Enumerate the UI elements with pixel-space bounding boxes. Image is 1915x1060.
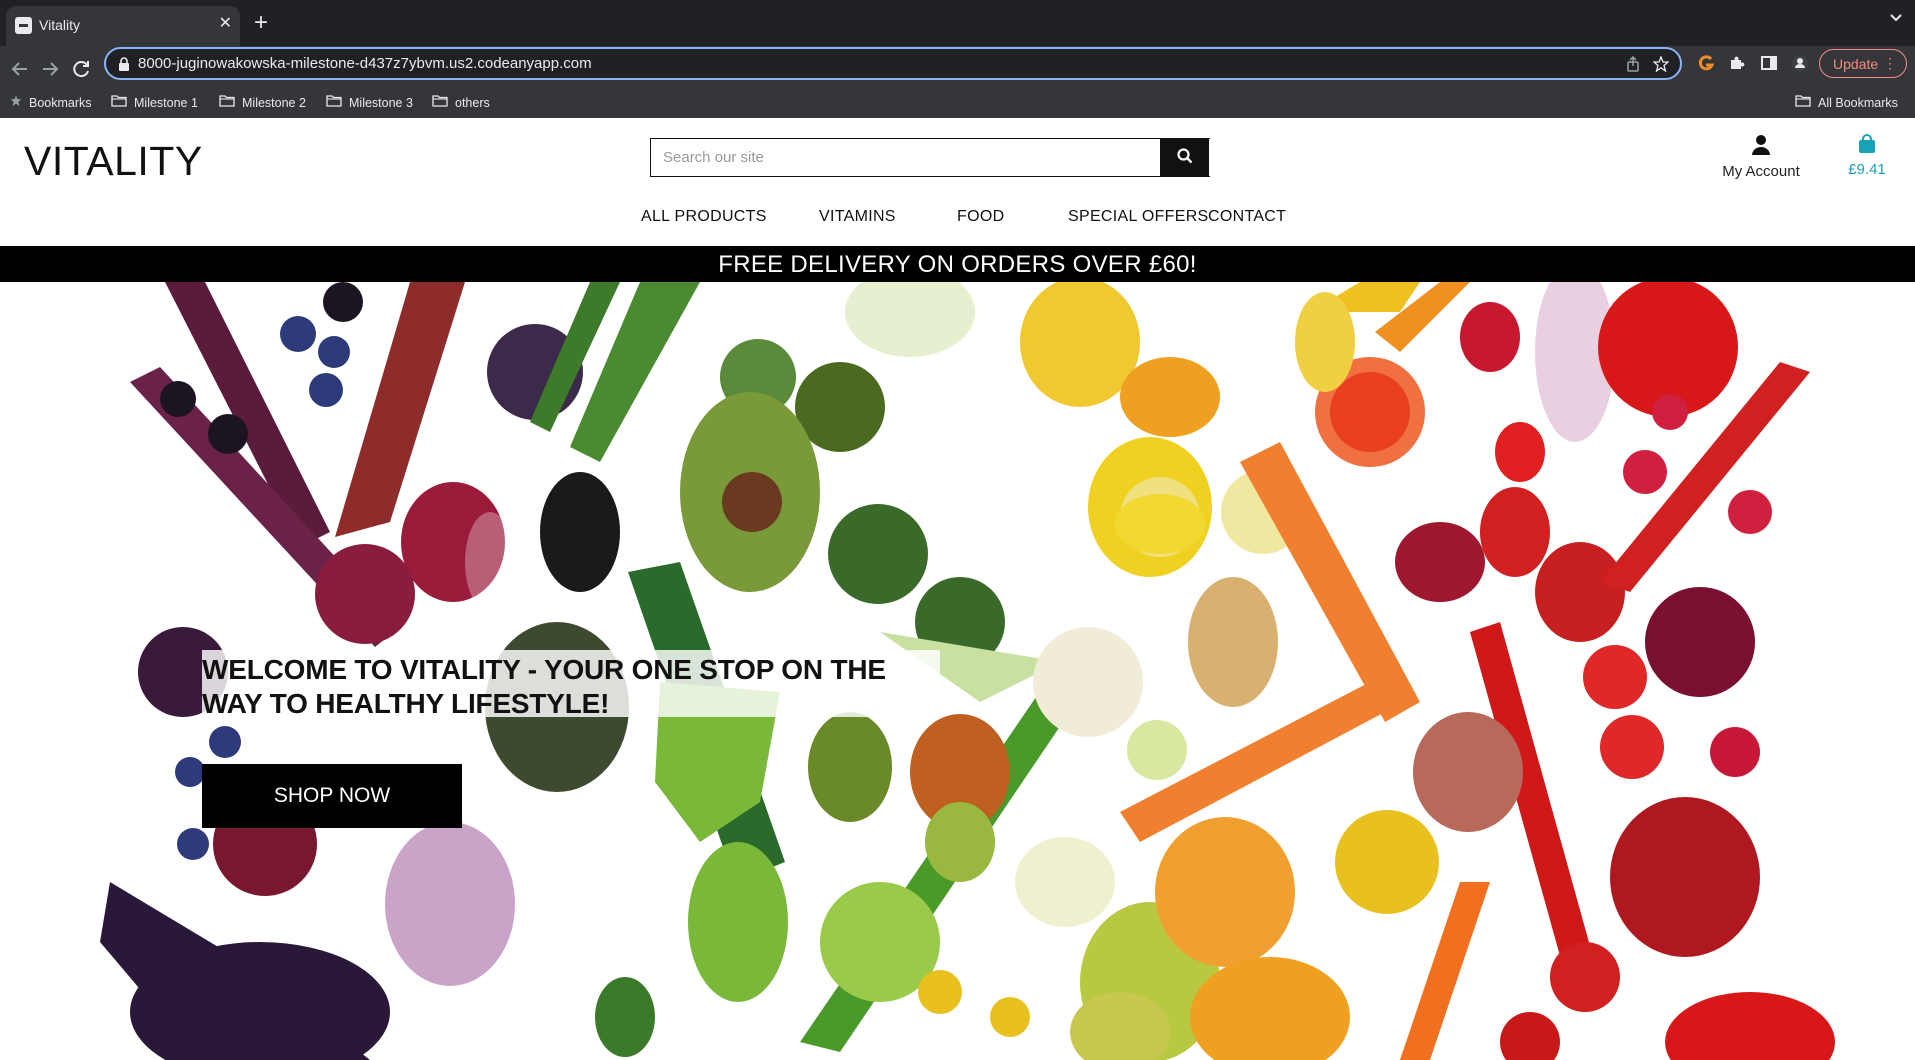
hero-title: WELCOME TO VITALITY - YOUR ONE STOP ON T… [202, 654, 886, 719]
browser-tab[interactable]: Vitality ✕ [6, 6, 240, 46]
extensions-puzzle-icon[interactable] [1728, 54, 1746, 77]
search-icon [1176, 148, 1192, 164]
bookmark-label: Bookmarks [29, 95, 92, 110]
address-bar[interactable]: 8000-juginowakowska-milestone-d437z7ybvm… [104, 47, 1682, 80]
reload-icon[interactable] [67, 55, 95, 83]
tab-title: Vitality [39, 17, 80, 33]
my-account-label: My Account [1722, 163, 1800, 180]
shop-now-button[interactable]: SHOP NOW [202, 764, 462, 828]
bookmark-label: Milestone 1 [134, 95, 198, 110]
folder-icon [1795, 95, 1811, 110]
extension-g-icon[interactable] [1697, 54, 1715, 77]
nav-vitamins[interactable]: VITAMINS [819, 208, 896, 226]
profile-icon[interactable] [1791, 54, 1809, 77]
lock-icon[interactable] [118, 57, 130, 76]
shopping-bag-link[interactable]: £9.41 [1838, 134, 1896, 178]
url-text[interactable]: 8000-juginowakowska-milestone-d437z7ybvm… [138, 55, 592, 72]
user-icon [1752, 135, 1770, 155]
bookmark-folder[interactable]: others [432, 95, 490, 110]
update-label: Update [1833, 56, 1879, 72]
cart-total: £9.41 [1848, 161, 1886, 178]
folder-icon [432, 95, 448, 110]
folder-icon [111, 95, 127, 110]
new-tab-icon[interactable]: + [254, 10, 268, 36]
all-bookmarks-label: All Bookmarks [1818, 95, 1898, 110]
site-header: VITALITY My Account £9.41 ALL PRODUCTS V… [0, 118, 1915, 246]
menu-dots-icon[interactable]: ⋮ [1883, 55, 1897, 72]
bookmarks-bar: Bookmarks Milestone 1 Milestone 2 Milestone… [0, 88, 1915, 118]
folder-icon [219, 95, 235, 110]
nav-all-products[interactable]: ALL PRODUCTS [641, 208, 767, 226]
tab-search-chevron-icon[interactable] [1889, 10, 1903, 29]
forward-arrow-icon[interactable] [36, 55, 64, 83]
search-input[interactable] [651, 139, 1211, 176]
update-button[interactable]: Update ⋮ [1819, 49, 1907, 78]
back-arrow-icon[interactable] [6, 55, 34, 83]
hero-title-box: WELCOME TO VITALITY - YOUR ONE STOP ON T… [202, 650, 940, 719]
bookmark-folder[interactable]: Milestone 1 [111, 95, 198, 110]
bookmark-label: Milestone 3 [349, 95, 413, 110]
side-panel-icon[interactable] [1760, 54, 1778, 77]
site-logo[interactable]: VITALITY [24, 138, 203, 185]
hero-section: WELCOME TO VITALITY - YOUR ONE STOP ON T… [0, 282, 1915, 1060]
search-form [650, 138, 1211, 177]
all-bookmarks-folder[interactable]: All Bookmarks [1795, 95, 1898, 110]
shopping-bag-icon [1859, 134, 1875, 153]
nav-contact[interactable]: CONTACT [1208, 208, 1286, 226]
bookmark-star-icon[interactable] [1652, 55, 1670, 77]
free-delivery-banner: FREE DELIVERY ON ORDERS OVER £60! [0, 246, 1915, 282]
bookmark-label: others [455, 95, 490, 110]
nav-food[interactable]: FOOD [957, 208, 1004, 226]
share-icon[interactable] [1625, 55, 1641, 77]
star-icon [10, 95, 22, 110]
tab-close-icon[interactable]: ✕ [219, 15, 232, 33]
search-button[interactable] [1160, 139, 1209, 176]
bookmark-folder[interactable]: Milestone 2 [219, 95, 306, 110]
bookmark-folder[interactable]: Milestone 3 [326, 95, 413, 110]
site-favicon-icon [15, 17, 32, 34]
banner-text: FREE DELIVERY ON ORDERS OVER £60! [718, 251, 1197, 278]
bookmarks-menu[interactable]: Bookmarks [10, 95, 92, 110]
my-account-link[interactable]: My Account [1712, 134, 1810, 180]
bookmark-label: Milestone 2 [242, 95, 306, 110]
folder-icon [326, 95, 342, 110]
nav-special-offers[interactable]: SPECIAL OFFERS [1068, 208, 1209, 226]
browser-tab-strip: Vitality ✕ + [0, 0, 1915, 46]
